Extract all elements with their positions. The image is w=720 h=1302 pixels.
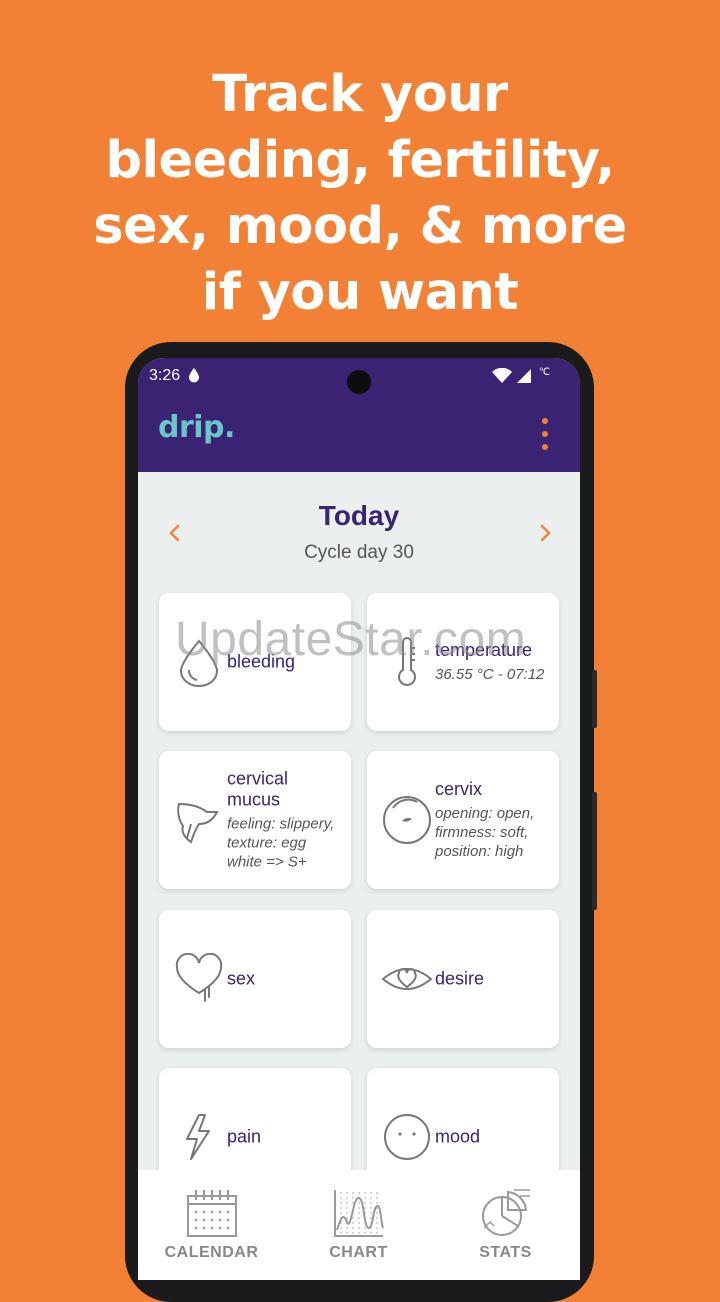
headline-line: bleeding, fertility, bbox=[105, 131, 615, 190]
front-camera bbox=[347, 370, 371, 394]
card-title: desire bbox=[435, 968, 485, 989]
status-time: 3:26 bbox=[149, 367, 181, 384]
symptom-card-temperature[interactable]: temperature 36.55 °C - 07:12 bbox=[367, 593, 559, 731]
headline-line: Track your bbox=[212, 65, 508, 124]
cervix-icon bbox=[383, 796, 431, 844]
symptom-card-desire[interactable]: desire bbox=[367, 910, 559, 1048]
notification-drop-icon bbox=[189, 368, 199, 383]
card-detail: 36.55 °C - 07:12 bbox=[435, 666, 545, 683]
lightning-icon bbox=[186, 1114, 210, 1160]
headline-line: if you want bbox=[201, 263, 519, 322]
status-icons: ℃ bbox=[491, 367, 550, 385]
wifi-icon bbox=[491, 367, 512, 383]
mucus-icon bbox=[177, 802, 219, 844]
more-vertical-icon[interactable] bbox=[538, 418, 552, 450]
card-title: pain bbox=[227, 1126, 262, 1147]
nav-label: CHART bbox=[329, 1244, 388, 1261]
symptom-card-cervix[interactable]: cervix opening: open, firmness: soft, po… bbox=[367, 751, 559, 889]
signal-icon bbox=[517, 368, 532, 383]
next-day-arrow-icon[interactable] bbox=[532, 518, 558, 548]
bottom-navigation: CALENDAR CHART STATS bbox=[138, 1170, 580, 1280]
headline-line: sex, mood, & more bbox=[93, 197, 627, 256]
nav-chart[interactable]: CHART bbox=[285, 1170, 432, 1280]
card-title: bleeding bbox=[227, 651, 296, 672]
card-title: cervical mucus bbox=[227, 768, 289, 810]
pie-chart-icon bbox=[481, 1189, 530, 1236]
phone-power-button bbox=[592, 670, 597, 728]
symptom-card-sex[interactable]: sex bbox=[159, 910, 351, 1048]
date-title: Today bbox=[318, 500, 400, 531]
eye-heart-icon bbox=[381, 968, 433, 990]
drop-icon bbox=[179, 639, 219, 687]
thermometer-icon bbox=[398, 637, 416, 686]
card-title: mood bbox=[435, 1126, 481, 1147]
phone-volume-button bbox=[592, 792, 597, 910]
status-bar: 3:26 ℃ bbox=[138, 358, 580, 396]
symptom-card-cervical-mucus[interactable]: cervical mucus feeling: slippery, textur… bbox=[159, 751, 351, 889]
cycle-day-label: Cycle day 30 bbox=[304, 542, 414, 563]
phone-screen: 3:26 ℃ drip. Today Cycle day 30 bleeding… bbox=[138, 358, 580, 1280]
calendar-icon bbox=[186, 1190, 237, 1237]
nav-stats[interactable]: STATS bbox=[432, 1170, 579, 1280]
promo-headline: Track your bleeding, fertility, sex, moo… bbox=[0, 62, 720, 326]
app-bar: drip. bbox=[138, 396, 580, 472]
card-detail: opening: open, firmness: soft, position:… bbox=[435, 805, 535, 860]
face-icon bbox=[384, 1114, 430, 1160]
card-title: cervix bbox=[435, 779, 483, 799]
nav-label: CALENDAR bbox=[164, 1244, 259, 1261]
app-logo: drip. bbox=[158, 410, 235, 445]
nav-calendar[interactable]: CALENDAR bbox=[138, 1170, 285, 1280]
heart-icon bbox=[175, 953, 223, 1002]
card-title: temperature bbox=[435, 640, 533, 660]
card-detail: feeling: slippery, texture: egg white =>… bbox=[227, 815, 335, 871]
symptom-card-bleeding[interactable]: bleeding bbox=[159, 593, 351, 731]
card-title: sex bbox=[227, 968, 256, 989]
network-label: ℃ bbox=[538, 367, 550, 378]
nav-label: STATS bbox=[479, 1244, 532, 1261]
chart-icon bbox=[333, 1190, 384, 1237]
